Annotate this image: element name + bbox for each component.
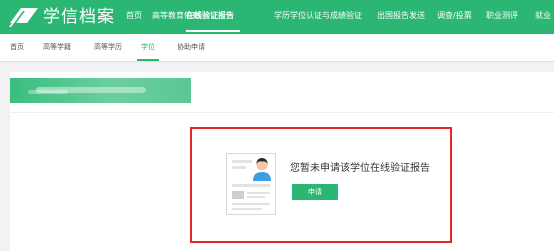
subnav-item-degree[interactable]: 学位 (141, 34, 155, 61)
subnav-item-assist-application[interactable]: 协助申请 (177, 34, 205, 61)
content-panel: 您暂未申请该学位在线验证报告 申请 (10, 72, 554, 251)
active-subnav-indicator (137, 59, 159, 61)
subnav-item-higher-enrollment[interactable]: 高等学籍 (43, 34, 71, 61)
active-nav-indicator (186, 30, 240, 32)
nav-item-overseas-report[interactable]: 出国报告发送 (377, 0, 425, 32)
nav-item-degree-certification[interactable]: 学历学位认证与成绩验证 (274, 0, 362, 32)
empty-state-highlight-box: 您暂未申请该学位在线验证报告 申请 (190, 127, 452, 243)
empty-state-message: 您暂未申请该学位在线验证报告 (290, 163, 430, 174)
nav-item-home[interactable]: 首页 (126, 0, 142, 32)
nav-item-employment[interactable]: 就业 (535, 0, 551, 32)
top-navigation-bar: 学信档案 首页 高等教育信息 在线验证报告 学历学位认证与成绩验证 出国报告发送… (0, 0, 554, 34)
nav-item-survey-vote[interactable]: 调查/投票 (437, 0, 472, 32)
divider (10, 112, 554, 113)
document-avatar-illustration-icon (226, 153, 276, 215)
blurred-text-2 (28, 90, 68, 94)
nav-item-career-assessment[interactable]: 职业测评 (486, 0, 518, 32)
apply-button[interactable]: 申请 (292, 184, 338, 200)
subnav-item-home[interactable]: 首页 (10, 34, 24, 61)
blurred-user-banner (10, 78, 191, 103)
main-nav: 首页 高等教育信息 在线验证报告 学历学位认证与成绩验证 出国报告发送 调查/投… (0, 0, 554, 34)
subnav-item-higher-education[interactable]: 高等学历 (94, 34, 122, 61)
sub-navigation: 首页 高等学籍 高等学历 学位 协助申请 (0, 34, 554, 62)
nav-item-online-verification-report[interactable]: 在线验证报告 (186, 0, 234, 32)
